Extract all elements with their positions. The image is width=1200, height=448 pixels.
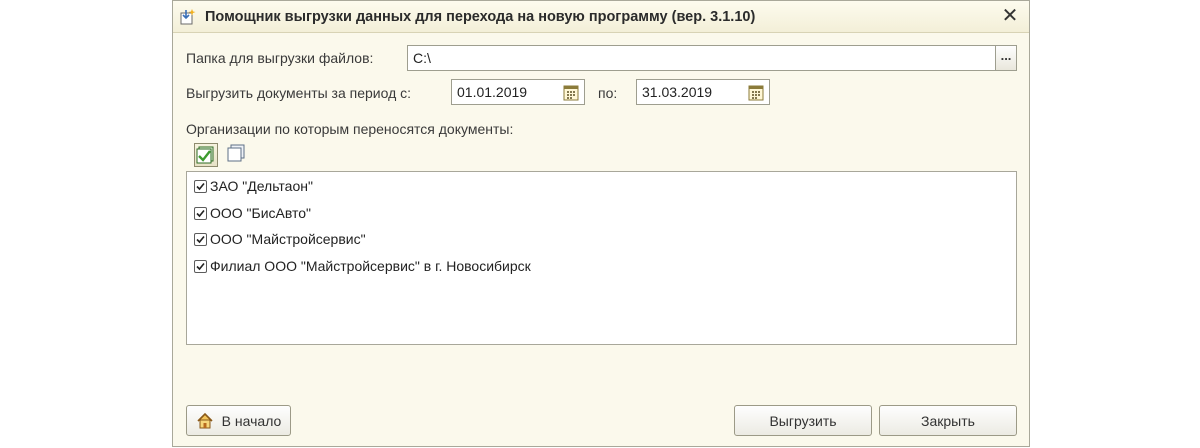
folder-label: Папка для выгрузки файлов:: [186, 50, 374, 66]
check-all-icon: [196, 146, 214, 164]
list-item[interactable]: Филиал ООО "Майстройсервис" в г. Новосиб…: [194, 255, 531, 277]
period-label: Выгрузить документы за период с:: [186, 85, 412, 101]
export-button-label: Выгрузить: [769, 412, 837, 429]
close-button-label: Закрыть: [921, 412, 975, 429]
export-button[interactable]: Выгрузить: [734, 405, 872, 436]
home-button[interactable]: В начало: [186, 405, 291, 436]
organization-name: ООО "Майстройсервис": [210, 231, 366, 247]
organization-name: Филиал ООО "Майстройсервис" в г. Новосиб…: [210, 258, 531, 274]
organizations-list[interactable]: ЗАО "Дельтаон" ООО "БисАвто" ООО "Майстр…: [186, 171, 1017, 345]
organization-name: ЗАО "Дельтаон": [210, 178, 313, 194]
orgs-label: Организации по которым переносятся докум…: [186, 121, 514, 137]
date-from-field[interactable]: [451, 79, 585, 105]
check-all-button[interactable]: [194, 143, 218, 167]
uncheck-all-icon: [227, 144, 245, 162]
close-icon[interactable]: ✕: [999, 5, 1021, 27]
to-label: по:: [598, 85, 618, 101]
list-item[interactable]: ООО "БисАвто": [194, 202, 311, 224]
calendar-icon[interactable]: [746, 83, 766, 103]
list-item[interactable]: ООО "Майстройсервис": [194, 228, 366, 250]
checkbox[interactable]: [194, 232, 207, 246]
close-button[interactable]: Закрыть: [879, 405, 1017, 436]
home-button-label: В начало: [221, 412, 282, 429]
home-icon: [197, 412, 213, 428]
checkbox[interactable]: [194, 179, 207, 193]
folder-input[interactable]: [413, 46, 995, 70]
date-from-input[interactable]: [457, 80, 557, 104]
uncheck-all-button[interactable]: [225, 143, 249, 167]
window-title: Помощник выгрузки данных для перехода на…: [205, 9, 756, 25]
folder-field[interactable]: [407, 45, 996, 71]
date-to-field[interactable]: [636, 79, 770, 105]
list-item[interactable]: ЗАО "Дельтаон": [194, 175, 313, 197]
browse-folder-button[interactable]: ...: [995, 45, 1017, 71]
organization-name: ООО "БисАвто": [210, 205, 312, 221]
checkbox[interactable]: [194, 206, 207, 220]
calendar-icon[interactable]: [561, 83, 581, 103]
checkbox[interactable]: [194, 259, 207, 273]
title-bar[interactable]: Помощник выгрузки данных для перехода на…: [173, 1, 1029, 33]
export-wizard-icon: [180, 9, 196, 25]
date-to-input[interactable]: [642, 80, 742, 104]
